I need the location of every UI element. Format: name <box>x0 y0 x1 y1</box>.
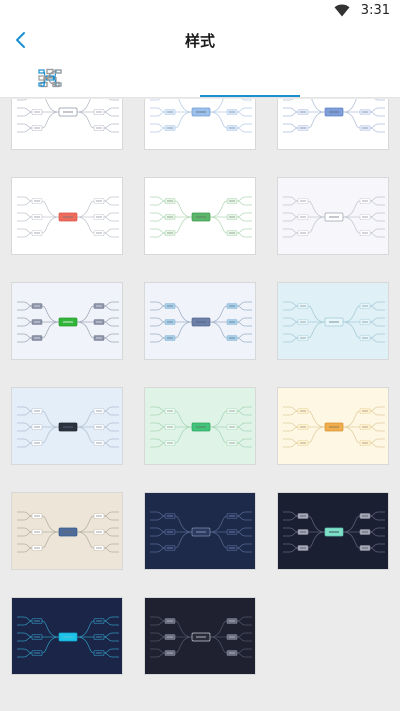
mind-map-thumbnail <box>150 511 252 553</box>
style-card[interactable] <box>11 282 123 360</box>
style-card[interactable] <box>11 387 123 465</box>
style-card[interactable] <box>144 99 256 150</box>
mind-map-thumbnail <box>150 301 252 343</box>
status-bar: 3:31 <box>0 0 400 22</box>
style-card[interactable] <box>277 492 389 570</box>
page-title: 样式 <box>184 33 215 50</box>
logic-right-icon <box>38 69 62 87</box>
active-tab-indicator <box>200 95 300 97</box>
tab-logic[interactable] <box>0 58 100 98</box>
mind-map-thumbnail <box>283 511 385 553</box>
mind-map-thumbnail <box>150 196 252 238</box>
mind-map-thumbnail <box>283 99 385 133</box>
mind-map-thumbnail <box>283 196 385 238</box>
layout-tab-bar <box>0 58 400 98</box>
style-card[interactable] <box>277 177 389 255</box>
mind-map-thumbnail <box>17 511 119 553</box>
mind-map-thumbnail <box>150 99 252 133</box>
mind-map-thumbnail <box>283 406 385 448</box>
title-bar: 样式 <box>0 22 400 58</box>
style-card[interactable] <box>277 99 389 150</box>
mind-map-thumbnail <box>283 301 385 343</box>
mind-map-thumbnail <box>17 301 119 343</box>
mind-map-thumbnail <box>17 616 119 658</box>
style-grid <box>0 99 400 711</box>
wifi-icon <box>334 4 350 17</box>
mind-map-thumbnail <box>17 406 119 448</box>
style-card[interactable] <box>11 177 123 255</box>
style-card[interactable] <box>144 492 256 570</box>
style-card[interactable] <box>277 387 389 465</box>
style-card[interactable] <box>144 177 256 255</box>
app-screen: 3:31 样式 <box>0 0 400 711</box>
style-card[interactable] <box>144 282 256 360</box>
status-time: 3:31 <box>360 3 390 18</box>
mind-map-thumbnail <box>17 99 119 133</box>
mind-map-thumbnail <box>150 406 252 448</box>
style-card[interactable] <box>144 387 256 465</box>
mind-map-thumbnail <box>17 196 119 238</box>
style-card[interactable] <box>11 492 123 570</box>
style-card[interactable] <box>11 99 123 150</box>
style-card[interactable] <box>277 282 389 360</box>
mind-map-thumbnail <box>150 616 252 658</box>
style-card[interactable] <box>11 597 123 675</box>
style-card[interactable] <box>144 597 256 675</box>
